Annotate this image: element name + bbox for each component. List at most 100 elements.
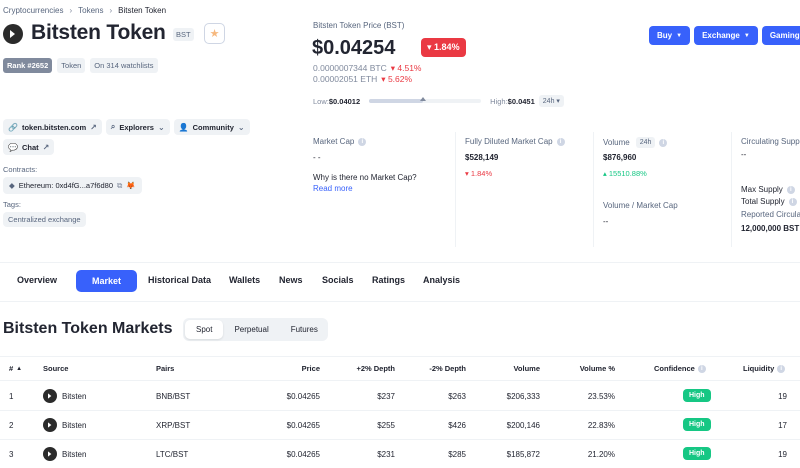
stat-market-cap: Market Cap i - - Why is there no Market C… — [313, 137, 448, 252]
row-plus-depth: $237 — [377, 392, 395, 401]
col-source[interactable]: Source — [43, 364, 68, 373]
info-icon[interactable]: i — [697, 364, 706, 373]
range-marker-icon — [419, 97, 426, 101]
row-source[interactable]: Bitsten — [43, 447, 86, 461]
tags-label: Tags: — [3, 200, 21, 209]
coin-symbol: BST — [173, 28, 194, 41]
bitsten-logo-icon — [43, 389, 57, 403]
user-icon: 👤 — [178, 122, 189, 132]
tab-socials[interactable]: Socials — [322, 275, 354, 285]
btc-value: 0.0000007344 BTC — [313, 63, 387, 73]
type-badge: Token — [57, 58, 86, 73]
row-pair-link[interactable]: LTC/BST — [156, 450, 188, 459]
metamask-icon[interactable]: 🦊 — [126, 181, 135, 190]
market-cap-question: Why is there no Market Cap? — [313, 173, 417, 182]
price-change-badge: ▾ 1.84% — [421, 38, 466, 57]
range-period-select[interactable]: 24h ▾ — [538, 95, 564, 107]
tab-wallets[interactable]: Wallets — [229, 275, 260, 285]
segment-spot[interactable]: Spot — [185, 320, 224, 339]
row-price: $0.04265 — [286, 392, 320, 401]
action-buttons: Buy▼ Exchange▼ Gaming▼ — [649, 26, 800, 45]
search-icon: ⌕ — [110, 122, 116, 131]
fdmc-value: $528,149 — [465, 153, 499, 162]
row-volume: $185,872 — [506, 450, 540, 459]
table-row[interactable]: 1 Bitsten BNB/BST $0.04265 $237 $263 $206,333 2… — [0, 382, 800, 411]
segment-futures[interactable]: Futures — [280, 320, 329, 339]
breadcrumb-current: Bitsten Token — [118, 6, 167, 15]
high-label: High: — [490, 96, 508, 106]
row-minus-depth: $285 — [448, 450, 466, 459]
chevron-right-icon: › — [109, 6, 113, 15]
row-pair-link[interactable]: XRP/BST — [156, 421, 190, 430]
tab-news[interactable]: News — [279, 275, 303, 285]
watchlists-badge: On 314 watchlists — [90, 58, 158, 73]
breadcrumb-tokens[interactable]: Tokens — [78, 6, 103, 15]
tag-chip[interactable]: Centralized exchange — [3, 212, 86, 227]
contracts-label: Contracts: — [3, 165, 38, 174]
volume-period-select[interactable]: 24h — [635, 137, 656, 148]
info-icon[interactable]: i — [788, 197, 797, 206]
markets-title: Bitsten Token Markets — [3, 320, 173, 337]
row-volume: $200,146 — [506, 421, 540, 430]
price-range: Low: $0.04012 High: $0.0451 24h ▾ — [313, 95, 564, 107]
info-icon[interactable]: i — [556, 137, 565, 146]
info-icon[interactable]: i — [358, 137, 367, 146]
copy-icon[interactable]: ⧉ — [117, 181, 122, 191]
ethereum-icon: ◆ — [9, 181, 15, 190]
external-link-icon: ↗ — [42, 142, 50, 152]
info-icon[interactable]: i — [777, 364, 786, 373]
col-minus-depth[interactable]: -2% Depth — [429, 364, 466, 373]
col-price[interactable]: Price — [302, 364, 320, 373]
tab-ratings[interactable]: Ratings — [372, 275, 405, 285]
stat-supply: Circulating Supp -- Max Supply i Total Su… — [741, 137, 800, 233]
row-pair-link[interactable]: BNB/BST — [156, 392, 190, 401]
bitsten-logo-icon — [43, 447, 57, 461]
row-volume-pct: 21.20% — [587, 450, 615, 459]
col-rank[interactable]: # ▲ — [9, 364, 22, 373]
caret-down-icon: ▾ — [381, 74, 386, 84]
tab-historical-data[interactable]: Historical Data — [148, 275, 211, 285]
table-row[interactable]: 2 Bitsten XRP/BST $0.04265 $255 $426 $200,146 2… — [0, 411, 800, 440]
chevron-down-icon: ▾ — [556, 98, 560, 105]
price-label: Bitsten Token Price (BST) — [313, 21, 405, 30]
tab-analysis[interactable]: Analysis — [423, 275, 460, 285]
info-icon[interactable]: i — [659, 138, 668, 147]
col-pairs[interactable]: Pairs — [156, 364, 174, 373]
website-link[interactable]: 🔗 token.bitsten.com ↗ — [3, 119, 102, 135]
coin-name: Bitsten Token — [31, 21, 166, 44]
chevron-down-icon: ▼ — [676, 32, 683, 39]
col-volume[interactable]: Volume — [513, 364, 540, 373]
divider — [731, 132, 732, 247]
col-plus-depth[interactable]: +2% Depth — [356, 364, 395, 373]
exchange-button[interactable]: Exchange ▼ — [694, 26, 758, 45]
col-liquidity[interactable]: Liquidity i — [743, 364, 786, 373]
info-icon[interactable]: i — [786, 185, 795, 194]
row-rank: 2 — [9, 421, 14, 430]
link-icon: 🔗 — [8, 122, 18, 132]
table-row[interactable]: 3 Bitsten LTC/BST $0.04265 $231 $285 $185,872 2… — [0, 440, 800, 468]
confidence-badge: High — [683, 418, 711, 431]
row-source[interactable]: Bitsten — [43, 389, 86, 403]
tab-market[interactable]: Market — [76, 270, 138, 292]
breadcrumb: Cryptocurrencies › Tokens › Bitsten Toke… — [3, 6, 166, 15]
buy-button[interactable]: Buy ▼ — [649, 26, 691, 45]
explorers-dropdown[interactable]: ⌕ Explorers ⌄ — [105, 119, 170, 135]
row-plus-depth: $255 — [377, 421, 395, 430]
breadcrumb-cryptocurrencies[interactable]: Cryptocurrencies — [3, 6, 63, 15]
segment-perpetual[interactable]: Perpetual — [223, 320, 279, 339]
chat-link[interactable]: 💬 Chat ↗ — [3, 139, 55, 155]
col-volume-pct[interactable]: Volume % — [580, 364, 615, 373]
contract-address[interactable]: ◆ Ethereum: 0xd4fG...a7f6d80 ⧉ 🦊 — [3, 177, 142, 194]
tab-overview[interactable]: Overview — [17, 275, 57, 285]
caret-down-icon: ▾ — [427, 42, 432, 52]
chevron-right-icon: › — [69, 6, 73, 15]
read-more-link[interactable]: Read more — [313, 184, 448, 193]
row-volume-pct: 23.53% — [587, 392, 615, 401]
watchlist-star-button[interactable]: ★ — [204, 23, 225, 44]
col-confidence[interactable]: Confidence i — [654, 364, 706, 373]
community-dropdown[interactable]: 👤 Community ⌄ — [173, 119, 250, 135]
range-bar-fill — [369, 99, 423, 103]
range-bar — [369, 97, 482, 103]
row-source[interactable]: Bitsten — [43, 418, 86, 432]
gaming-button[interactable]: Gaming▼ — [761, 26, 800, 45]
